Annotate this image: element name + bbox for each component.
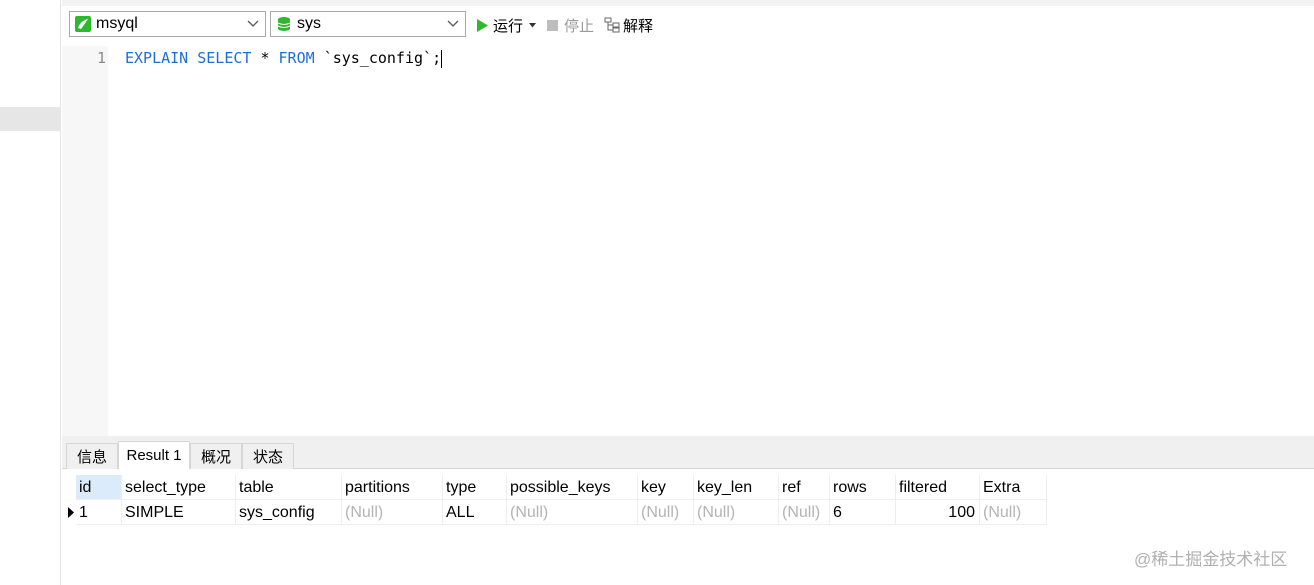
cell-extra[interactable]: (Null): [980, 500, 1047, 525]
database-name: sys: [297, 15, 321, 32]
cell-filtered[interactable]: 100: [896, 500, 980, 525]
stop-button[interactable]: 停止: [547, 14, 594, 36]
cell-type[interactable]: ALL: [443, 500, 507, 525]
column-header-rows[interactable]: rows: [830, 475, 896, 500]
column-header-id[interactable]: id: [76, 475, 122, 500]
line-number: 1: [96, 49, 106, 67]
cell-table[interactable]: sys_config: [236, 500, 342, 525]
watermark: @稀土掘金技术社区: [1134, 550, 1288, 569]
table-row[interactable]: 1 SIMPLE sys_config (Null) ALL (Null) (N…: [62, 500, 1314, 525]
result-tabs: 信息 Result 1 概况 状态: [62, 440, 1314, 469]
connection-name: msyql: [96, 15, 138, 32]
sql-code-line[interactable]: EXPLAIN SELECT * FROM `sys_config`;: [125, 48, 443, 68]
column-header-filtered[interactable]: filtered: [896, 475, 980, 500]
column-header-extra[interactable]: Extra: [980, 475, 1047, 500]
play-icon: [476, 18, 488, 32]
chevron-down-icon[interactable]: [445, 16, 461, 32]
cell-key-len[interactable]: (Null): [694, 500, 779, 525]
sql-semicolon: ;: [432, 49, 442, 67]
column-header-select-type[interactable]: select_type: [122, 475, 236, 500]
column-header-ref[interactable]: ref: [779, 475, 830, 500]
column-header-table[interactable]: table: [236, 475, 342, 500]
text-caret: [441, 49, 443, 68]
line-number-gutter: 1: [62, 46, 108, 436]
grid-header-row: id select_type table partitions type pos…: [62, 475, 1314, 500]
chevron-down-icon[interactable]: [245, 16, 261, 32]
explain-button[interactable]: 解释: [604, 14, 653, 36]
tab-status[interactable]: 状态: [242, 443, 294, 469]
run-button[interactable]: 运行: [476, 14, 537, 36]
column-header-key-len[interactable]: key_len: [694, 475, 779, 500]
query-toolbar: msyql sys 运行 停止 解释: [62, 0, 1314, 46]
cell-partitions[interactable]: (Null): [342, 500, 443, 525]
stop-label: 停止: [564, 17, 595, 35]
sql-table-ref: `sys_config`: [323, 49, 433, 67]
object-panel: [0, 0, 61, 585]
column-header-key[interactable]: key: [638, 475, 694, 500]
cell-id[interactable]: 1: [76, 500, 122, 525]
sql-keyword: EXPLAIN: [125, 49, 189, 67]
column-header-partitions[interactable]: partitions: [342, 475, 443, 500]
database-icon: [276, 16, 292, 32]
tab-profile[interactable]: 概况: [190, 443, 242, 469]
mysql-connection-icon: [75, 16, 91, 32]
cell-rows[interactable]: 6: [830, 500, 896, 525]
result-grid[interactable]: id select_type table partitions type pos…: [62, 469, 1314, 585]
tab-info[interactable]: 信息: [66, 443, 118, 469]
sql-editor[interactable]: 1 EXPLAIN SELECT * FROM `sys_config`;: [62, 46, 1314, 436]
column-header-possible-keys[interactable]: possible_keys: [507, 475, 638, 500]
stop-icon: [547, 19, 558, 31]
sql-star: *: [260, 49, 270, 67]
object-panel-selected-row[interactable]: [0, 107, 60, 131]
cell-possible-keys[interactable]: (Null): [507, 500, 638, 525]
connection-select[interactable]: msyql: [69, 11, 266, 37]
caret-down-icon[interactable]: [529, 22, 537, 28]
sql-keyword: FROM: [278, 49, 315, 67]
cell-ref[interactable]: (Null): [779, 500, 830, 525]
database-select[interactable]: sys: [270, 11, 466, 37]
tab-result-1[interactable]: Result 1: [118, 441, 190, 469]
cell-select-type[interactable]: SIMPLE: [122, 500, 236, 525]
explain-icon: [604, 17, 620, 33]
run-label: 运行: [493, 17, 524, 35]
cell-key[interactable]: (Null): [638, 500, 694, 525]
column-header-type[interactable]: type: [443, 475, 507, 500]
sql-keyword: SELECT: [197, 49, 252, 67]
explain-label: 解释: [623, 17, 654, 35]
